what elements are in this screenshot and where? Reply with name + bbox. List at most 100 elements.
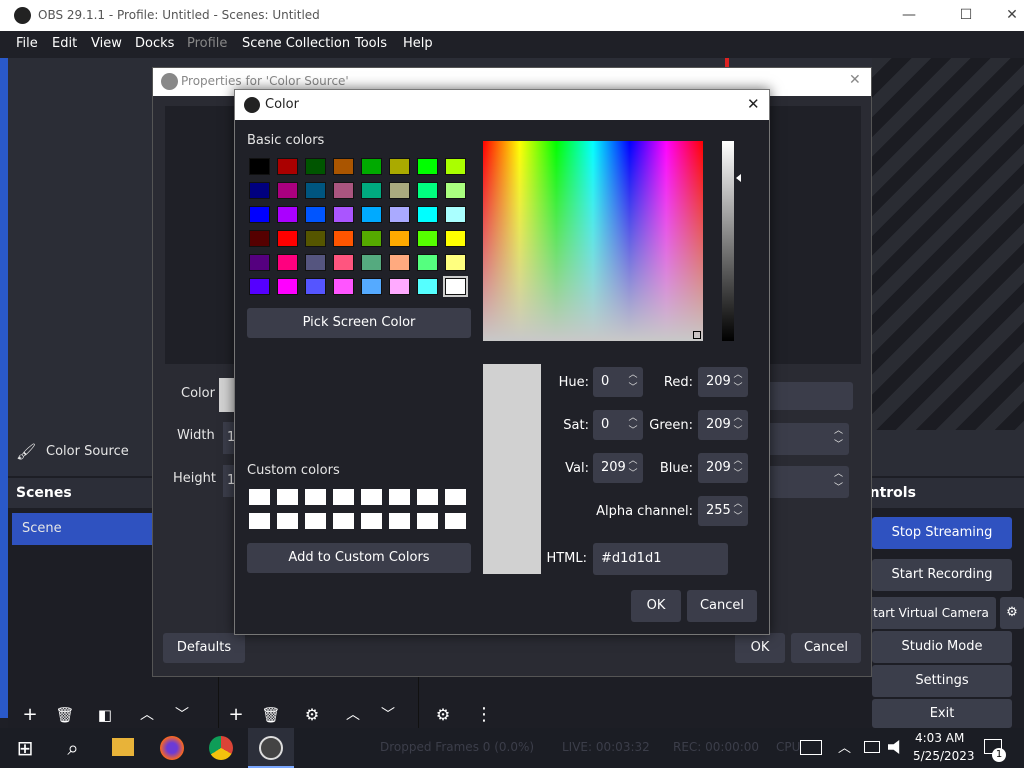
custom-color-swatch[interactable] — [361, 513, 382, 529]
studio-mode-button[interactable]: Studio Mode — [872, 631, 1012, 663]
properties-close-icon[interactable]: ✕ — [849, 72, 861, 88]
color-preview-swatch[interactable] — [219, 378, 235, 412]
basic-color-swatch[interactable] — [443, 276, 468, 297]
pick-screen-color-button[interactable]: Pick Screen Color — [247, 308, 471, 338]
file-explorer-icon[interactable] — [112, 738, 134, 756]
scene-down-icon[interactable]: ﹀ — [169, 702, 195, 728]
basic-color-swatch[interactable] — [249, 230, 270, 247]
exit-button[interactable]: Exit — [872, 699, 1012, 728]
menu-edit[interactable]: Edit — [52, 36, 77, 51]
sat-down-icon[interactable]: ﹀ — [627, 426, 639, 436]
custom-color-swatch[interactable] — [277, 489, 298, 505]
search-icon[interactable]: ⌕ — [60, 736, 86, 760]
hue-up-icon[interactable]: ︿ — [627, 370, 639, 380]
network-icon[interactable] — [864, 741, 880, 753]
settings-button[interactable]: Settings — [872, 665, 1012, 697]
basic-color-swatch[interactable] — [389, 278, 410, 295]
add-scene-icon[interactable]: + — [17, 702, 43, 728]
val-spinbox[interactable]: 209 ︿ ﹀ — [593, 453, 643, 483]
scene-up-icon[interactable]: ︿ — [134, 702, 160, 728]
menu-view[interactable]: View — [91, 36, 122, 51]
green-down-icon[interactable]: ﹀ — [732, 426, 744, 436]
basic-color-swatch[interactable] — [417, 206, 438, 223]
width-spin-down-icon[interactable]: ﹀ — [834, 439, 843, 451]
blue-spinbox[interactable]: 209 ︿ ﹀ — [698, 453, 748, 483]
sat-up-icon[interactable]: ︿ — [627, 413, 639, 423]
mixer-gear-icon[interactable]: ⚙ — [430, 702, 456, 728]
basic-color-swatch[interactable] — [417, 182, 438, 199]
menu-help[interactable]: Help — [403, 36, 433, 51]
basic-color-swatch[interactable] — [389, 230, 410, 247]
basic-color-swatch[interactable] — [305, 254, 326, 271]
red-up-icon[interactable]: ︿ — [732, 370, 744, 380]
basic-color-swatch[interactable] — [417, 158, 438, 175]
basic-color-swatch[interactable] — [361, 278, 382, 295]
basic-color-swatch[interactable] — [277, 158, 298, 175]
hue-spinbox[interactable]: 0 ︿ ﹀ — [593, 367, 643, 397]
luminance-slider[interactable] — [722, 141, 734, 341]
basic-color-swatch[interactable] — [445, 206, 466, 223]
luminance-pointer-icon[interactable] — [736, 174, 741, 182]
height-spin-down-icon[interactable]: ﹀ — [834, 482, 843, 494]
custom-color-swatch[interactable] — [249, 489, 270, 505]
basic-color-swatch[interactable] — [249, 158, 270, 175]
source-down-icon[interactable]: ﹀ — [375, 702, 401, 728]
add-custom-colors-button[interactable]: Add to Custom Colors — [247, 543, 471, 573]
basic-color-swatch[interactable] — [445, 230, 466, 247]
val-down-icon[interactable]: ﹀ — [627, 469, 639, 479]
start-recording-button[interactable]: Start Recording — [872, 559, 1012, 591]
blue-up-icon[interactable]: ︿ — [732, 456, 744, 466]
add-source-icon[interactable]: + — [223, 702, 249, 728]
basic-color-swatch[interactable] — [305, 182, 326, 199]
basic-color-swatch[interactable] — [389, 182, 410, 199]
basic-color-swatch[interactable] — [333, 254, 354, 271]
remove-source-icon[interactable]: 🗑 — [258, 702, 284, 728]
blue-down-icon[interactable]: ﹀ — [732, 469, 744, 479]
width-spinbox[interactable]: ︿ ﹀ — [765, 423, 849, 455]
custom-color-swatch[interactable] — [417, 489, 438, 505]
basic-color-swatch[interactable] — [361, 158, 382, 175]
basic-color-swatch[interactable] — [249, 278, 270, 295]
val-up-icon[interactable]: ︿ — [627, 456, 639, 466]
basic-color-swatch[interactable] — [389, 158, 410, 175]
basic-color-swatch[interactable] — [333, 206, 354, 223]
basic-color-swatch[interactable] — [277, 182, 298, 199]
obs-taskbar-item[interactable] — [248, 728, 294, 768]
html-color-input[interactable]: #d1d1d1 — [593, 543, 728, 575]
mixer-more-icon[interactable]: ⋮ — [471, 702, 497, 728]
height-spin-up-icon[interactable]: ︿ — [834, 468, 843, 480]
alpha-up-icon[interactable]: ︿ — [732, 499, 744, 509]
keyboard-icon[interactable] — [800, 740, 822, 755]
source-properties-gear-icon[interactable]: ⚙ — [299, 702, 325, 728]
basic-color-swatch[interactable] — [333, 182, 354, 199]
basic-color-swatch[interactable] — [417, 230, 438, 247]
red-spinbox[interactable]: 209 ︿ ﹀ — [698, 367, 748, 397]
basic-color-swatch[interactable] — [445, 182, 466, 199]
basic-color-swatch[interactable] — [249, 182, 270, 199]
color-cancel-button[interactable]: Cancel — [687, 590, 757, 622]
basic-color-swatch[interactable] — [277, 254, 298, 271]
basic-color-swatch[interactable] — [445, 254, 466, 271]
maximize-icon[interactable]: ☐ — [943, 0, 989, 31]
basic-color-swatch[interactable] — [389, 206, 410, 223]
basic-color-swatch[interactable] — [305, 206, 326, 223]
custom-color-swatch[interactable] — [333, 513, 354, 529]
basic-color-swatch[interactable] — [333, 278, 354, 295]
custom-color-swatch[interactable] — [445, 489, 466, 505]
menu-scene-collection[interactable]: Scene Collection — [242, 36, 350, 51]
basic-color-swatch[interactable] — [305, 278, 326, 295]
basic-color-swatch[interactable] — [277, 230, 298, 247]
color-spectrum[interactable] — [483, 141, 703, 341]
remove-scene-icon[interactable]: 🗑 — [52, 702, 78, 728]
basic-color-swatch[interactable] — [249, 254, 270, 271]
basic-color-swatch[interactable] — [277, 278, 298, 295]
windows-start-icon[interactable]: ⊞ — [12, 736, 38, 760]
scene-filter-icon[interactable]: ◧ — [92, 702, 118, 728]
menu-profile[interactable]: Profile — [187, 36, 227, 51]
custom-color-swatch[interactable] — [333, 489, 354, 505]
menu-file[interactable]: File — [16, 36, 38, 51]
green-up-icon[interactable]: ︿ — [732, 413, 744, 423]
basic-color-swatch[interactable] — [277, 206, 298, 223]
basic-color-swatch[interactable] — [249, 206, 270, 223]
menu-tools[interactable]: Tools — [355, 36, 387, 51]
